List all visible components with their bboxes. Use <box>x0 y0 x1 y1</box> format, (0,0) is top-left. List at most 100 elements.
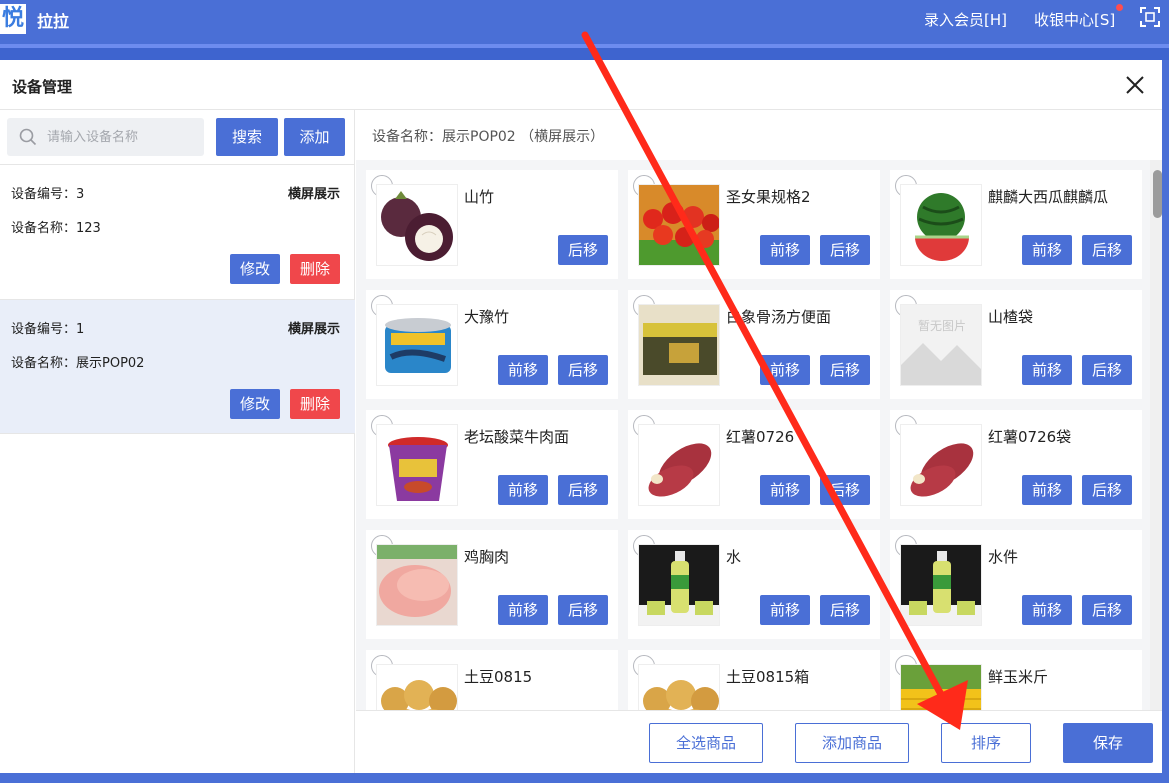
app-logo: 悦 <box>0 4 26 34</box>
move-back-button[interactable]: 后移 <box>558 595 608 625</box>
product-name: 红薯0726 <box>726 428 795 446</box>
app-name: 拉拉 <box>37 12 70 31</box>
edit-device-button[interactable]: 修改 <box>230 254 280 284</box>
dialog-footer: 全选商品 添加商品 排序 保存 <box>356 710 1162 773</box>
search-button[interactable]: 搜索 <box>216 118 278 156</box>
save-button[interactable]: 保存 <box>1063 723 1153 763</box>
product-card[interactable]: 红薯0726袋 前移 后移 <box>890 410 1142 519</box>
move-forward-button[interactable]: 前移 <box>498 355 548 385</box>
device-search-input[interactable] <box>47 118 197 156</box>
sort-button[interactable]: 排序 <box>941 723 1031 763</box>
device-list-panel: 搜索 添加 设备编号：3 横屏展示 设备名称：123 修改 删除 设备编号：1 … <box>0 110 355 773</box>
potato-image <box>638 664 720 710</box>
page-bottom-band <box>0 773 1169 783</box>
device-name: 设备名称：123 <box>11 221 101 236</box>
product-name: 鲜玉米斤 <box>988 668 1049 686</box>
move-forward-button[interactable]: 前移 <box>498 475 548 505</box>
app-header: 悦 拉拉 录入会员[H] 收银中心[S] <box>0 0 1169 44</box>
move-forward-button[interactable]: 前移 <box>760 235 810 265</box>
product-name: 土豆0815 <box>464 668 533 686</box>
product-card[interactable]: 山竹 后移 <box>366 170 618 279</box>
delete-device-button[interactable]: 删除 <box>290 254 340 284</box>
product-card[interactable]: 鲜玉米斤 <box>890 650 1142 710</box>
move-back-button[interactable]: 后移 <box>820 235 870 265</box>
product-name: 圣女果规格2 <box>726 188 811 206</box>
close-icon[interactable] <box>1123 73 1147 97</box>
search-icon <box>19 128 37 146</box>
move-back-button[interactable]: 后移 <box>1082 235 1132 265</box>
move-back-button[interactable]: 后移 <box>1082 595 1132 625</box>
move-back-button[interactable]: 后移 <box>1082 355 1132 385</box>
move-forward-button[interactable]: 前移 <box>1022 475 1072 505</box>
product-card[interactable]: 红薯0726 前移 后移 <box>628 410 880 519</box>
move-forward-button[interactable]: 前移 <box>760 595 810 625</box>
product-card[interactable]: 圣女果规格2 前移 后移 <box>628 170 880 279</box>
product-card[interactable]: 水 前移 后移 <box>628 530 880 639</box>
juice-bottle-image <box>900 544 982 626</box>
scrollbar-thumb[interactable] <box>1153 170 1162 218</box>
move-back-button[interactable]: 后移 <box>820 355 870 385</box>
sweet-potato-image <box>638 424 720 506</box>
device-card-selected[interactable]: 设备编号：1 横屏展示 设备名称：展示POP02 修改 删除 <box>0 299 355 434</box>
device-card[interactable]: 设备编号：3 横屏展示 设备名称：123 修改 删除 <box>0 164 355 299</box>
product-name: 土豆0815箱 <box>726 668 810 686</box>
search-box <box>7 118 204 156</box>
dialog-title: 设备管理 <box>12 78 73 96</box>
product-card[interactable]: 麒麟大西瓜麒麟瓜 前移 后移 <box>890 170 1142 279</box>
product-card[interactable]: 白象骨汤方便面 前移 后移 <box>628 290 880 399</box>
product-name: 水件 <box>988 548 1019 566</box>
move-back-button[interactable]: 后移 <box>558 355 608 385</box>
move-back-button[interactable]: 后移 <box>820 595 870 625</box>
add-product-button[interactable]: 添加商品 <box>795 723 909 763</box>
move-forward-button[interactable]: 前移 <box>1022 355 1072 385</box>
move-back-button[interactable]: 后移 <box>820 475 870 505</box>
fullscreen-icon[interactable] <box>1139 6 1161 28</box>
product-name: 白象骨汤方便面 <box>726 308 832 326</box>
move-forward-button[interactable]: 前移 <box>760 355 810 385</box>
product-card[interactable]: 大豫竹 前移 后移 <box>366 290 618 399</box>
product-name: 老坛酸菜牛肉面 <box>464 428 570 446</box>
product-name: 山竹 <box>464 188 495 206</box>
product-panel: 设备名称：展示POP02 （横屏展示） 山竹 后移 圣女果规格2 前移 后移 麒… <box>356 110 1162 773</box>
potato-image <box>376 664 458 710</box>
device-management-dialog: 设备管理 搜索 添加 设备编号：3 横屏展示 设备名称：123 修改 删除 设备… <box>0 60 1162 773</box>
no-image-placeholder: 暂无图片 <box>900 304 982 386</box>
canned-fish-image <box>376 304 458 386</box>
cherry-tomato-image <box>638 184 720 266</box>
watermelon-image <box>900 184 982 266</box>
product-name: 红薯0726袋 <box>988 428 1072 446</box>
device-number: 设备编号：3 <box>11 187 85 202</box>
selected-device-info: 设备名称：展示POP02 （横屏展示） <box>372 129 605 145</box>
noodle-cup-image <box>376 424 458 506</box>
edit-device-button[interactable]: 修改 <box>230 389 280 419</box>
device-display-mode: 横屏展示 <box>287 187 340 202</box>
product-grid: 山竹 后移 圣女果规格2 前移 后移 麒麟大西瓜麒麟瓜 前移 后移 大豫竹 前移… <box>356 160 1162 710</box>
product-card[interactable]: 鸡胸肉 前移 后移 <box>366 530 618 639</box>
move-back-button[interactable]: 后移 <box>1082 475 1132 505</box>
move-back-button[interactable]: 后移 <box>558 235 608 265</box>
cashier-center-link[interactable]: 收银中心[S] <box>1034 9 1115 30</box>
add-device-button[interactable]: 添加 <box>284 118 345 156</box>
move-forward-button[interactable]: 前移 <box>1022 595 1072 625</box>
move-forward-button[interactable]: 前移 <box>760 475 810 505</box>
move-back-button[interactable]: 后移 <box>558 475 608 505</box>
product-card[interactable]: 土豆0815箱 <box>628 650 880 710</box>
device-display-mode: 横屏展示 <box>287 322 340 337</box>
member-entry-link[interactable]: 录入会员[H] <box>924 9 1007 30</box>
instant-noodle-box-image <box>638 304 720 386</box>
chicken-breast-image <box>376 544 458 626</box>
move-forward-button[interactable]: 前移 <box>498 595 548 625</box>
select-all-products-button[interactable]: 全选商品 <box>649 723 763 763</box>
product-name: 麒麟大西瓜麒麟瓜 <box>988 188 1109 206</box>
product-card[interactable]: 暂无图片 山楂袋 前移 后移 <box>890 290 1142 399</box>
product-name: 水 <box>726 548 742 566</box>
header-shadow <box>0 48 1169 60</box>
device-number: 设备编号：1 <box>11 322 85 337</box>
product-name: 山楂袋 <box>988 308 1034 326</box>
product-card[interactable]: 老坛酸菜牛肉面 前移 后移 <box>366 410 618 519</box>
product-card[interactable]: 水件 前移 后移 <box>890 530 1142 639</box>
delete-device-button[interactable]: 删除 <box>290 389 340 419</box>
product-card[interactable]: 土豆0815 <box>366 650 618 710</box>
scrollbar-track[interactable] <box>1150 160 1162 710</box>
move-forward-button[interactable]: 前移 <box>1022 235 1072 265</box>
